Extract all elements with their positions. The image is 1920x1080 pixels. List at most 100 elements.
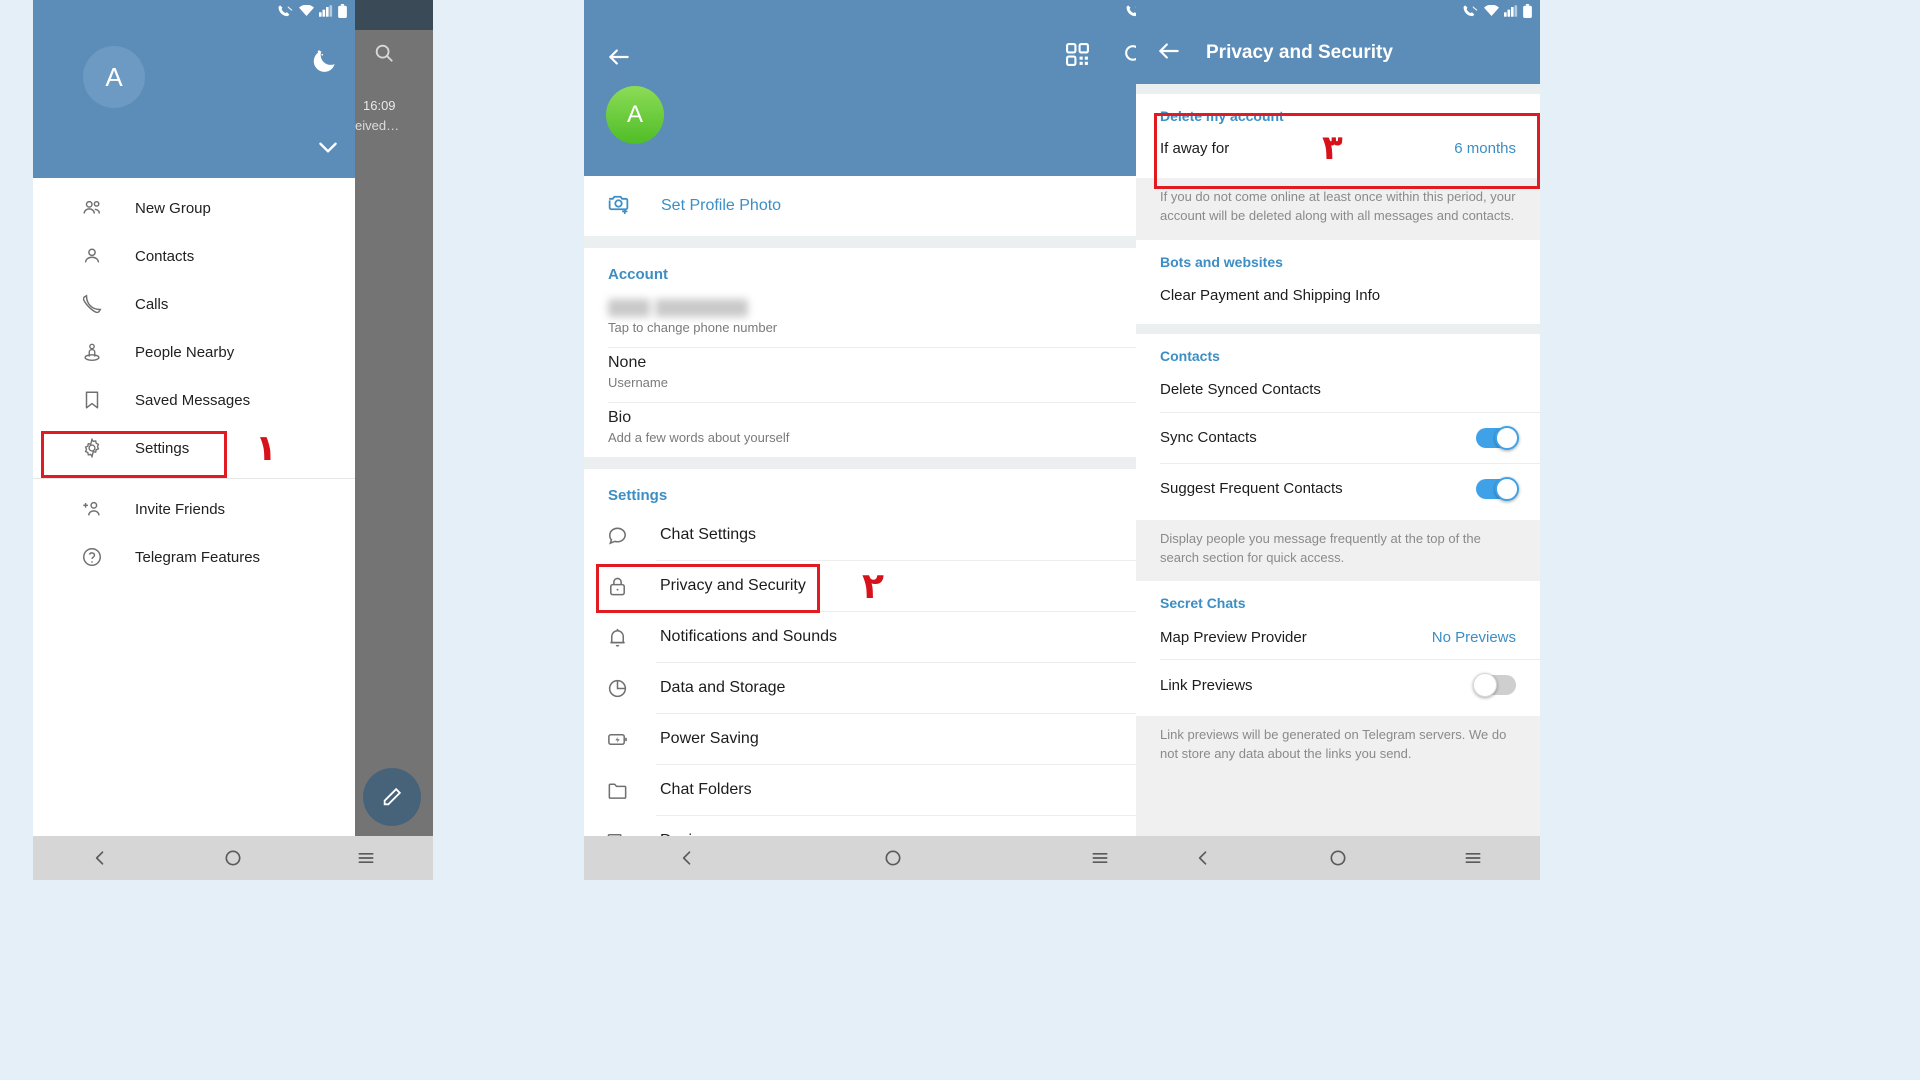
section-gap: [1136, 323, 1540, 334]
drawer-item-label: Contacts: [135, 247, 195, 265]
drawer-scrim-chatlist[interactable]: 16:09 eived…: [355, 0, 433, 836]
chat-preview-text: eived…: [355, 118, 400, 133]
delete-synced-contacts-row[interactable]: Delete Synced Contacts: [1136, 368, 1540, 412]
avatar[interactable]: A: [83, 46, 145, 108]
drawer-item-label: Saved Messages: [135, 391, 251, 409]
settings-item-data-and-storage[interactable]: Data and Storage: [584, 663, 1203, 713]
statusbar: [1136, 0, 1540, 30]
suggest-frequent-contacts-row[interactable]: Suggest Frequent Contacts: [1136, 464, 1540, 514]
bio-value: Bio: [608, 409, 632, 426]
drawer-item-invite-friends[interactable]: Invite Friends: [33, 485, 355, 533]
bookmark-icon: [81, 389, 111, 411]
bots-and-websites-section: Bots and websites Clear Payment and Ship…: [1136, 239, 1540, 324]
panel-telegram-drawer: 16:09 eived… A New Group Contacts Calls …: [33, 0, 433, 880]
settings-item-label: Chat Settings: [660, 526, 757, 543]
wifi-icon: [299, 5, 314, 17]
contacts-note: Display people you message frequently at…: [1136, 519, 1540, 582]
bio-row[interactable]: Bio Add a few words about yourself: [584, 403, 1203, 457]
night-mode-icon[interactable]: [309, 46, 339, 81]
call-wifi-icon: [1462, 4, 1479, 18]
battery-icon: [1523, 4, 1532, 18]
sync-contacts-row[interactable]: Sync Contacts: [1136, 413, 1540, 463]
nav-back-icon[interactable]: [83, 841, 117, 875]
settings-item-power-saving[interactable]: Power Saving: [584, 714, 1203, 764]
settings-item-label: Privacy and Security: [660, 577, 806, 594]
link-previews-label: Link Previews: [1160, 676, 1253, 694]
settings-item-label: Power Saving: [660, 730, 759, 747]
delete-account-section-title: Delete my account: [1160, 108, 1284, 124]
panel-telegram-settings: A Set Profile Photo Account Tap to chang…: [584, 0, 1203, 880]
settings-section-title: Settings: [608, 487, 668, 504]
android-navbar: [33, 836, 433, 880]
nav-back-icon[interactable]: [670, 841, 704, 875]
avatar[interactable]: A: [606, 86, 664, 144]
nav-recents-icon[interactable]: [1456, 841, 1490, 875]
nav-home-icon[interactable]: [1321, 841, 1355, 875]
android-navbar: [1136, 836, 1540, 880]
chevron-down-icon[interactable]: [315, 134, 341, 165]
settings-item-chat-folders[interactable]: Chat Folders: [584, 765, 1203, 815]
settings-header: A: [584, 0, 1203, 176]
username-row[interactable]: None Username: [584, 348, 1203, 402]
settings-item-notifications-and-sounds[interactable]: Notifications and Sounds: [584, 612, 1203, 662]
drawer-item-new-group[interactable]: New Group: [33, 184, 355, 232]
cellular-signal-icon: [319, 5, 333, 17]
drawer-item-people-nearby[interactable]: People Nearby: [33, 328, 355, 376]
set-profile-photo-row[interactable]: Set Profile Photo: [584, 176, 1203, 236]
nav-home-icon[interactable]: [876, 841, 910, 875]
account-section: Account Tap to change phone number None …: [584, 248, 1203, 457]
panel-privacy-and-security: Privacy and Security Delete my account I…: [1136, 0, 1540, 880]
section-gap: [584, 236, 1203, 248]
settings-item-privacy-and-security[interactable]: Privacy and Security: [584, 561, 1203, 611]
drawer-item-settings[interactable]: Settings: [33, 424, 355, 472]
nav-recents-icon[interactable]: [1083, 841, 1117, 875]
cellular-signal-icon: [1504, 5, 1518, 17]
bell-icon: [606, 626, 634, 649]
if-away-for-label: If away for: [1160, 139, 1230, 157]
qr-code-icon[interactable]: [1065, 42, 1090, 72]
map-preview-provider-value: No Previews: [1431, 628, 1516, 646]
wifi-icon: [1484, 5, 1499, 17]
map-preview-provider-label: Map Preview Provider: [1160, 628, 1307, 646]
camera-add-icon: [606, 191, 631, 221]
folder-icon: [606, 779, 634, 802]
phone-number-row[interactable]: Tap to change phone number: [584, 289, 1203, 347]
search-icon[interactable]: [373, 42, 395, 69]
battery-icon: [338, 4, 347, 18]
secret-chats-section: Secret Chats Map Preview Provider No Pre…: [1136, 581, 1540, 717]
drawer-panel: A New Group Contacts Calls People Nearby…: [33, 0, 355, 836]
drawer-item-saved-messages[interactable]: Saved Messages: [33, 376, 355, 424]
drawer-item-label: People Nearby: [135, 343, 235, 361]
suggest-frequent-contacts-toggle[interactable]: [1476, 476, 1519, 501]
settings-item-chat-settings[interactable]: Chat Settings: [584, 510, 1203, 560]
drawer-item-calls[interactable]: Calls: [33, 280, 355, 328]
account-section-title: Account: [608, 266, 668, 283]
sync-contacts-toggle[interactable]: [1476, 425, 1519, 450]
link-previews-toggle[interactable]: [1473, 673, 1516, 698]
back-button[interactable]: [1156, 38, 1182, 69]
android-navbar: [584, 836, 1203, 880]
bots-section-title: Bots and websites: [1160, 253, 1283, 270]
nav-home-icon[interactable]: [216, 841, 250, 875]
settings-section: Settings Chat Settings Privacy and Secur…: [584, 469, 1203, 866]
privacy-header: Privacy and Security: [1136, 0, 1540, 84]
battery-bolt-icon: [606, 728, 634, 751]
settings-item-label: Chat Folders: [660, 781, 752, 798]
statusbar: [584, 0, 1203, 30]
annotation-number-1: ١: [255, 428, 277, 469]
compose-fab-button[interactable]: [363, 768, 421, 826]
nav-back-icon[interactable]: [1186, 841, 1220, 875]
map-preview-provider-row[interactable]: Map Preview Provider No Previews: [1136, 615, 1540, 659]
clear-payment-shipping-row[interactable]: Clear Payment and Shipping Info: [1136, 274, 1540, 318]
statusbar: [33, 0, 355, 30]
nav-recents-icon[interactable]: [349, 841, 383, 875]
settings-item-label: Notifications and Sounds: [660, 628, 837, 645]
drawer-item-contacts[interactable]: Contacts: [33, 232, 355, 280]
link-previews-row[interactable]: Link Previews: [1136, 660, 1540, 710]
drawer-item-telegram-features[interactable]: Telegram Features: [33, 533, 355, 581]
username-value: None: [608, 354, 647, 371]
phone-number-value-redacted: [608, 299, 748, 317]
chat-bubble-icon: [606, 524, 634, 547]
back-button[interactable]: [606, 44, 632, 75]
person-icon: [81, 245, 111, 267]
